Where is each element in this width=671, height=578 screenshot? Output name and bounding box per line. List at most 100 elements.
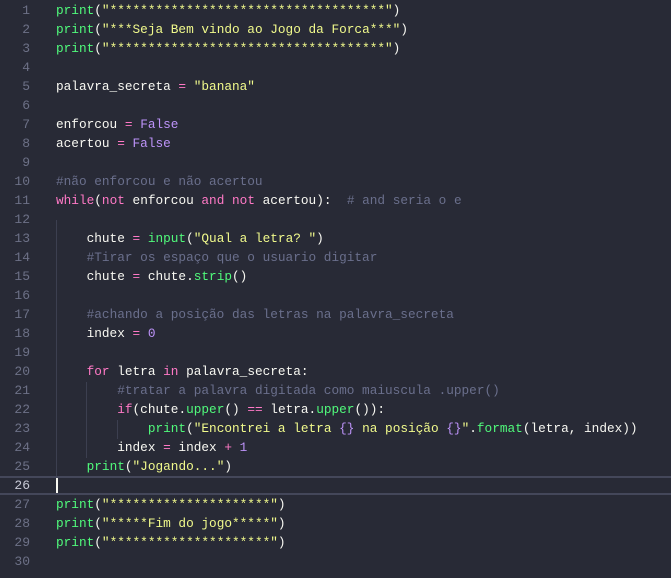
keyword-token: not bbox=[101, 193, 125, 208]
code-line[interactable]: 26 bbox=[0, 476, 671, 495]
code-line[interactable]: 24 index = index + 1 bbox=[0, 438, 671, 457]
code-line[interactable]: 9 bbox=[0, 153, 671, 172]
line-number: 19 bbox=[14, 345, 30, 360]
number-token: 0 bbox=[147, 326, 156, 341]
code-text: #achando a posição das letras na palavra… bbox=[56, 305, 454, 324]
code-editor[interactable]: 1 print("********************************… bbox=[0, 0, 671, 578]
code-line[interactable]: 18 index = 0 bbox=[0, 324, 671, 343]
comment-token: #tratar a palavra digitada como maiuscul… bbox=[117, 383, 500, 398]
identifier-token bbox=[186, 79, 194, 94]
code-line[interactable]: 3 print("********************************… bbox=[0, 39, 671, 58]
code-line[interactable]: 29 print("*********************") bbox=[0, 533, 671, 552]
code-line[interactable]: 17 #achando a posição das letras na pala… bbox=[0, 305, 671, 324]
code-line[interactable]: 27 print("*********************") bbox=[0, 495, 671, 514]
code-text: print("Encontrei a letra {} na posição {… bbox=[56, 419, 638, 438]
identifier-token: ( bbox=[94, 516, 102, 531]
code-line[interactable]: 5 palavra_secreta = "banana" bbox=[0, 77, 671, 96]
identifier-token: . bbox=[469, 421, 477, 436]
constant-token: False bbox=[140, 117, 179, 132]
code-line[interactable]: 13 chute = input("Qual a letra? ") bbox=[0, 229, 671, 248]
line-number: 17 bbox=[14, 307, 30, 322]
code-line[interactable]: 4 bbox=[0, 58, 671, 77]
function-token: print bbox=[56, 497, 95, 512]
identifier-token: ( bbox=[94, 41, 102, 56]
code-line[interactable]: 19 bbox=[0, 343, 671, 362]
line-number: 1 bbox=[22, 3, 30, 18]
code-line[interactable]: 28 print("*****Fim do jogo*****") bbox=[0, 514, 671, 533]
identifier-token bbox=[56, 307, 87, 322]
operator-token: = bbox=[163, 440, 171, 455]
code-line[interactable]: 16 bbox=[0, 286, 671, 305]
code-line[interactable]: 15 chute = chute.strip() bbox=[0, 267, 671, 286]
identifier-token: enforcou bbox=[56, 117, 125, 132]
code-text: index = index + 1 bbox=[56, 438, 247, 457]
line-number: 11 bbox=[14, 193, 30, 208]
comment-token: # and seria o e bbox=[346, 193, 462, 208]
code-text: print("*********************") bbox=[56, 533, 286, 552]
code-line[interactable]: 1 print("********************************… bbox=[0, 1, 671, 20]
comment-token: #Tirar os espaço que o usuario digitar bbox=[86, 250, 378, 265]
line-number: 28 bbox=[14, 516, 30, 531]
operator-token: = bbox=[117, 136, 125, 151]
code-line[interactable]: 10 #não enforcou e não acertou bbox=[0, 172, 671, 191]
code-text: enforcou = False bbox=[56, 115, 178, 134]
code-line[interactable]: 23 print("Encontrei a letra {} na posiçã… bbox=[0, 419, 671, 438]
code-line[interactable]: 11 while(not enforcou and not acertou): #… bbox=[0, 191, 671, 210]
identifier-token: index bbox=[56, 440, 164, 455]
identifier-token: chute bbox=[56, 231, 133, 246]
code-line[interactable]: 21 #tratar a palavra digitada como maius… bbox=[0, 381, 671, 400]
line-number: 16 bbox=[14, 288, 30, 303]
string-token: "*********************" bbox=[101, 535, 278, 550]
code-line[interactable]: 12 bbox=[0, 210, 671, 229]
identifier-token: ( bbox=[94, 535, 102, 550]
string-token: "***Seja Bem vindo ao Jogo da Forca***" bbox=[101, 22, 401, 37]
function-token: print bbox=[56, 516, 95, 531]
line-number: 18 bbox=[14, 326, 30, 341]
identifier-token: ( bbox=[186, 421, 194, 436]
identifier-token bbox=[56, 421, 148, 436]
code-line[interactable]: 14 #Tirar os espaço que o usuario digita… bbox=[0, 248, 671, 267]
function-token: print bbox=[86, 459, 125, 474]
code-text: if(chute.upper() == letra.upper()): bbox=[56, 400, 385, 419]
line-number: 7 bbox=[22, 117, 30, 132]
line-number: 15 bbox=[14, 269, 30, 284]
code-line[interactable]: 25 print("Jogando...") bbox=[0, 457, 671, 476]
code-text: chute = input("Qual a letra? ") bbox=[56, 229, 324, 248]
code-line[interactable]: 22 if(chute.upper() == letra.upper()): bbox=[0, 400, 671, 419]
line-number: 9 bbox=[22, 155, 30, 170]
line-number: 4 bbox=[22, 60, 30, 75]
keyword-token: not bbox=[232, 193, 255, 208]
line-number: 14 bbox=[14, 250, 30, 265]
function-token: print bbox=[56, 41, 95, 56]
identifier-token bbox=[140, 326, 148, 341]
code-line[interactable]: 2 print("***Seja Bem vindo ao Jogo da For… bbox=[0, 20, 671, 39]
comment-token: #achando a posição das letras na palavra… bbox=[86, 307, 454, 322]
code-line[interactable]: 20 for letra in palavra_secreta: bbox=[0, 362, 671, 381]
code-line[interactable]: 30 bbox=[0, 552, 671, 571]
line-number: 25 bbox=[14, 459, 30, 474]
identifier-token: (letra, index)) bbox=[522, 421, 638, 436]
code-line[interactable]: 8 acertou = False bbox=[0, 134, 671, 153]
code-line[interactable]: 6 bbox=[0, 96, 671, 115]
identifier-token bbox=[56, 402, 117, 417]
function-token: format bbox=[476, 421, 523, 436]
keyword-token: and bbox=[201, 193, 225, 208]
identifier-token bbox=[232, 440, 240, 455]
identifier-token: ) bbox=[277, 497, 286, 512]
identifier-token: ) bbox=[400, 22, 408, 37]
line-number: 8 bbox=[22, 136, 30, 151]
function-token: upper bbox=[316, 402, 355, 417]
identifier-token: ) bbox=[224, 459, 233, 474]
identifier-token: ) bbox=[277, 535, 286, 550]
code-line[interactable]: 7 enforcou = False bbox=[0, 115, 671, 134]
line-number: 23 bbox=[14, 421, 30, 436]
identifier-token: () bbox=[224, 402, 248, 417]
code-text: print("Jogando...") bbox=[56, 457, 232, 476]
line-number: 6 bbox=[22, 98, 30, 113]
identifier-token bbox=[56, 250, 87, 265]
identifier-token: index bbox=[170, 440, 225, 455]
line-number: 24 bbox=[14, 440, 30, 455]
identifier-token bbox=[224, 193, 232, 208]
line-number: 10 bbox=[14, 174, 30, 189]
identifier-token: ()): bbox=[354, 402, 386, 417]
